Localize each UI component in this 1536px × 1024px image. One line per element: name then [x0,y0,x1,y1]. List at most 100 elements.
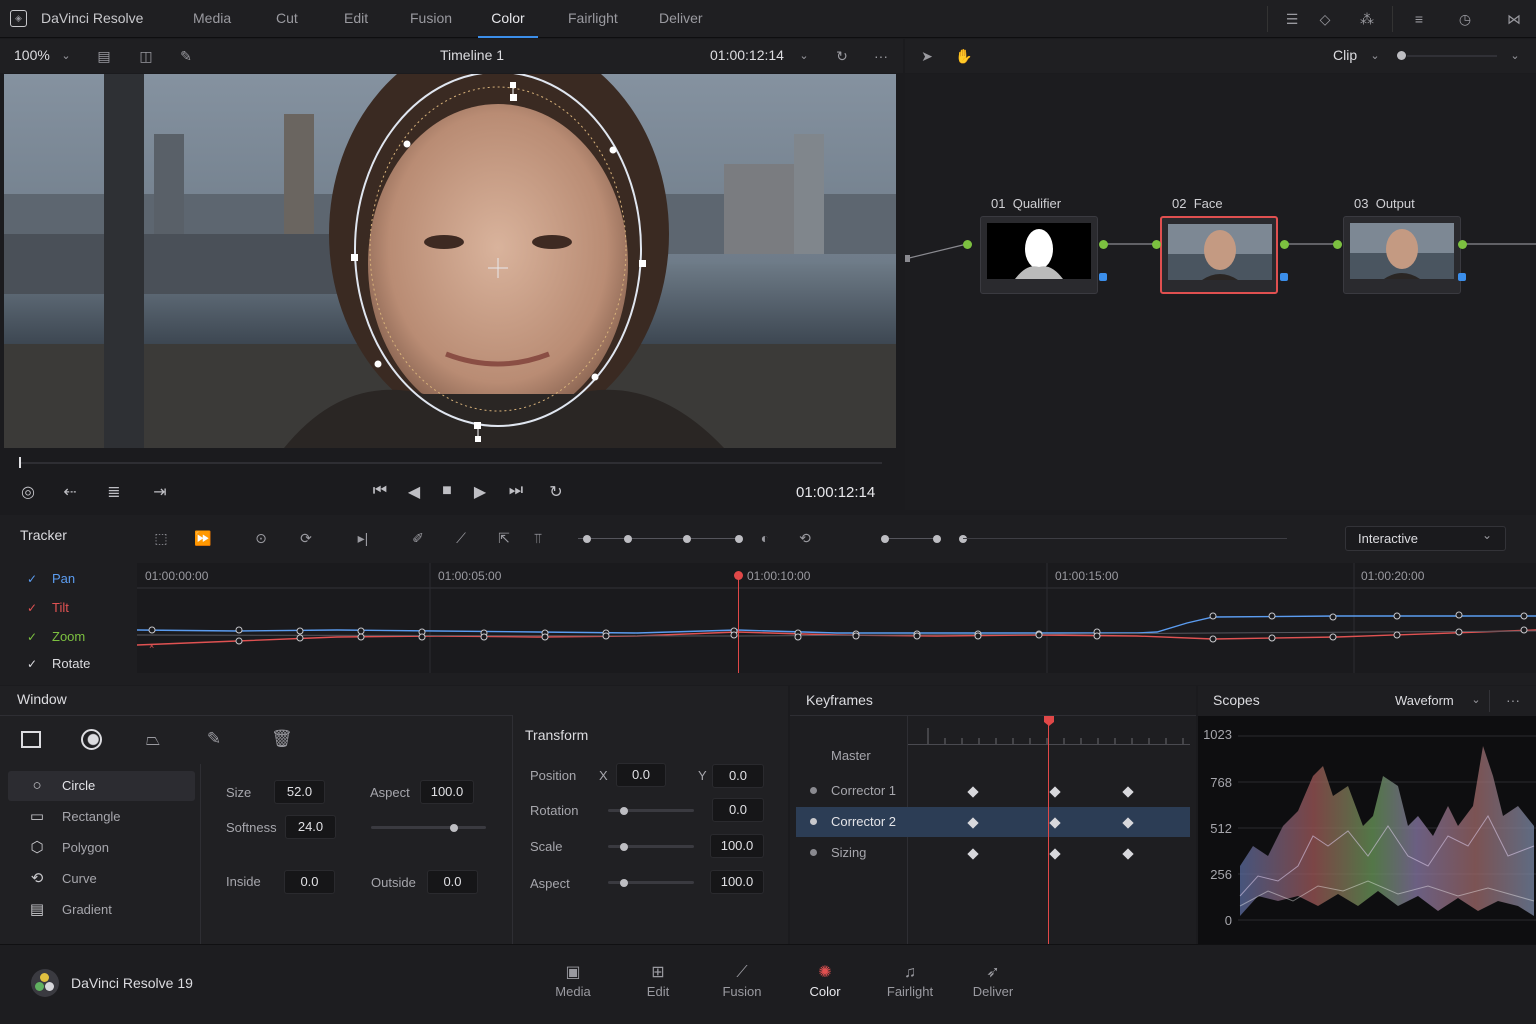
bypass-icon[interactable]: ⇠ [60,482,80,502]
rotate-checkbox[interactable]: ✓ [25,657,39,671]
zoom-level[interactable]: 100% [14,47,50,63]
keyframe-playhead[interactable] [1048,722,1049,944]
tab-deliver[interactable]: Deliver [659,0,703,38]
chevron-down-icon[interactable]: ⌄ [1466,690,1486,710]
loop-point-icon[interactable]: ◎ [18,482,38,502]
shape-polygon[interactable]: ⬡ Polygon [8,833,195,863]
layout-icon[interactable]: ▤ [94,46,114,66]
rectangle-window-icon[interactable] [21,731,41,748]
play-icon[interactable]: ▶ [470,482,490,502]
more-icon[interactable]: ··· [871,46,891,66]
trash-icon[interactable]: 🗑 [271,729,293,749]
nav-deliver[interactable]: ➶ Deliver [958,962,1028,999]
nav-edit[interactable]: ⊞ Edit [623,962,693,999]
target-icon[interactable]: ⊙ [251,528,271,548]
scale-slider-knob[interactable] [620,843,628,851]
chevron-down-icon[interactable]: ⌄ [56,46,76,66]
node-key-port[interactable] [1458,273,1466,281]
compare-icon[interactable]: ◇ [1316,10,1334,28]
slider-knob[interactable] [624,535,632,543]
align-icon[interactable]: ⫪ [528,528,548,548]
tab-cut[interactable]: Cut [276,0,298,38]
tab-fusion[interactable]: Fusion [410,0,452,38]
jump-icon[interactable]: ⇥ [150,482,170,502]
scale-field[interactable]: 100.0 [710,834,764,858]
position-x-field[interactable]: 0.0 [616,763,666,787]
node-input-port[interactable] [963,240,972,249]
scrub-bar[interactable] [20,462,882,464]
shape-gradient[interactable]: ▤ Gradient [8,895,195,925]
slider-knob[interactable] [683,535,691,543]
tab-fairlight[interactable]: Fairlight [568,0,618,38]
loop-icon[interactable]: ↻ [546,482,566,502]
collapse-icon[interactable]: ⋈ [1505,10,1523,28]
size-field[interactable]: 52.0 [274,780,325,804]
node-key-port[interactable] [1280,273,1288,281]
circle-window-icon[interactable] [81,729,102,750]
slider-knob[interactable] [933,535,941,543]
chevron-down-icon[interactable]: ⌄ [794,46,814,66]
node-face[interactable] [1160,216,1278,294]
reset-icon[interactable]: ↻ [832,46,852,66]
transform-aspect-field[interactable]: 100.0 [710,870,764,894]
shape-curve[interactable]: ⟲ Curve [8,864,195,894]
node-editor[interactable]: 01 Qualifier 02 Face 03 Output [905,74,1536,510]
chevron-down-icon[interactable]: ⌄ [1505,46,1525,66]
shape-rectangle[interactable]: ▭ Rectangle [8,802,195,832]
node-input-port[interactable] [1152,240,1161,249]
refresh-frame-icon[interactable]: ⟲ [795,528,815,548]
outside-field[interactable]: 0.0 [427,870,478,894]
clock-icon[interactable]: ◷ [1456,10,1474,28]
tab-edit[interactable]: Edit [344,0,368,38]
pointer-icon[interactable]: ➤ [917,46,937,66]
softness-field[interactable]: 24.0 [285,815,336,839]
nav-fusion[interactable]: ⟋ Fusion [707,962,777,999]
slider-knob[interactable] [583,535,591,543]
stop-icon[interactable]: ■ [437,482,457,500]
slider-knob[interactable] [959,535,967,543]
softness-slider-knob[interactable] [450,824,458,832]
pointer-add-icon[interactable]: ⇱ [494,528,514,548]
nodes-icon[interactable]: ⁂ [1358,10,1376,28]
tracker-mode-dropdown[interactable]: Interactive ⌄ [1345,526,1506,551]
slider-knob[interactable] [735,535,743,543]
nav-color[interactable]: ✺ Color [790,962,860,999]
node-input-port[interactable] [1333,240,1342,249]
polygon-window-icon[interactable]: ⏢ [143,729,163,749]
tab-media[interactable]: Media [193,0,231,38]
zoom-slider[interactable] [1407,55,1497,57]
frame-icon[interactable]: ⬚ [151,528,171,548]
shape-circle[interactable]: ○ Circle [8,771,195,801]
hand-icon[interactable]: ✋ [954,46,974,66]
node-mode[interactable]: Clip [1333,47,1357,63]
zoom-slider-knob[interactable] [1397,51,1406,60]
sync-icon[interactable]: ⟳ [296,528,316,548]
node-qualifier[interactable] [980,216,1098,294]
sliders-icon[interactable]: ☰ [1283,10,1301,28]
node-output-port[interactable] [1458,240,1467,249]
rotation-field[interactable]: 0.0 [712,798,764,822]
nav-fairlight[interactable]: ♫ Fairlight [875,962,945,999]
node-key-port[interactable] [1099,273,1107,281]
track-step-icon[interactable]: ▸| [353,528,373,548]
tracker-graph[interactable]: × [136,563,1536,673]
more-icon[interactable]: ··· [1503,690,1523,710]
wand-icon[interactable]: ⟋ [451,528,471,548]
tab-color[interactable]: Color [478,0,538,38]
step-back-icon[interactable]: ◀ [404,482,424,502]
tilt-checkbox[interactable]: ✓ [25,601,39,615]
pen-icon[interactable]: ✐ [408,528,428,548]
zoom-checkbox[interactable]: ✓ [25,630,39,644]
scrub-playhead[interactable] [19,457,21,468]
skip-back-icon[interactable]: ⏮ [368,482,392,500]
list-icon[interactable]: ≡ [1410,10,1428,28]
softness-slider[interactable] [371,826,486,829]
pen-window-icon[interactable]: ✎ [204,729,224,749]
tracker-slider[interactable] [578,538,740,539]
scopes-mode[interactable]: Waveform [1395,693,1454,708]
skip-forward-icon[interactable]: ⏭ [504,482,528,500]
inside-field[interactable]: 0.0 [284,870,335,894]
keyframe-row-master[interactable]: Master [796,741,1190,771]
track-forward-icon[interactable]: ⏩ [193,528,213,548]
nav-media[interactable]: ▣ Media [538,962,608,999]
